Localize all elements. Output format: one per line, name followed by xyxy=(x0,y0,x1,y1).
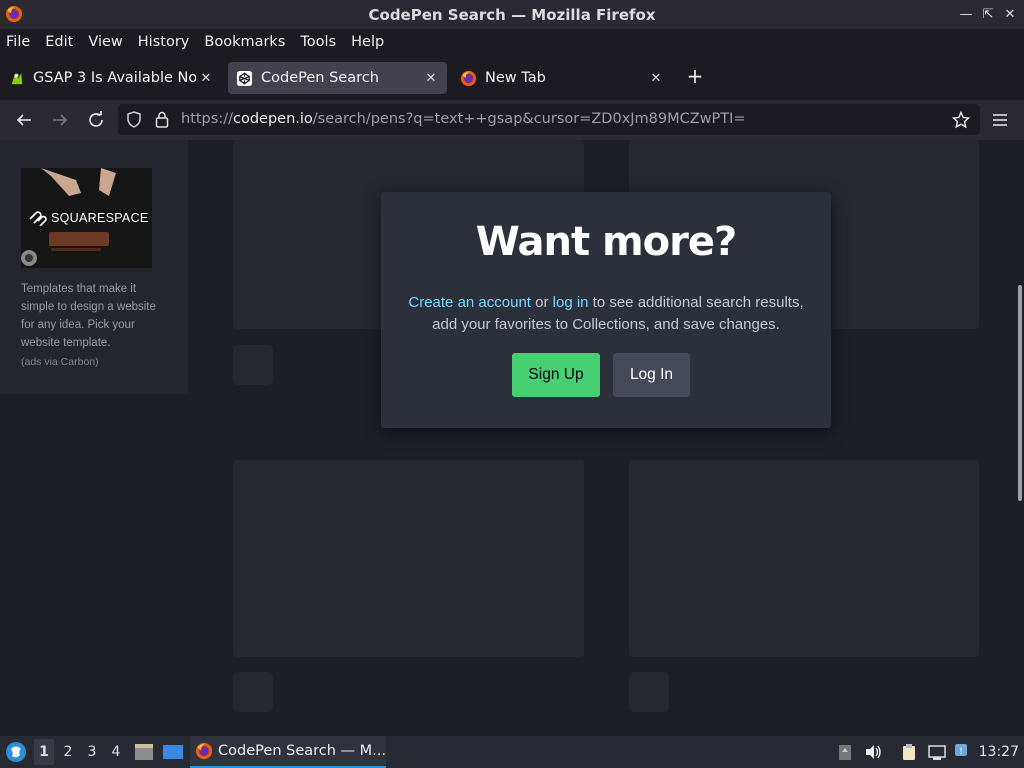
squarespace-logo-icon xyxy=(29,211,47,226)
pen-card-placeholder xyxy=(629,460,979,657)
login-button[interactable]: Log In xyxy=(613,353,690,397)
tab-codepen-search[interactable]: CodePen Search ✕ xyxy=(228,62,447,94)
notification-icon[interactable]: ! xyxy=(954,743,972,761)
reload-button[interactable] xyxy=(84,108,108,132)
ad-description[interactable]: Templates that make it simple to design … xyxy=(21,280,171,352)
new-tab-button[interactable]: + xyxy=(684,65,706,87)
restore-icon[interactable]: ⇱ xyxy=(982,6,994,22)
tracking-shield-icon[interactable] xyxy=(126,111,142,128)
ad-attribution[interactable]: (ads via Carbon) xyxy=(21,356,99,368)
back-arrow-icon xyxy=(16,114,31,126)
close-tab-icon[interactable]: ✕ xyxy=(421,71,441,86)
modal-title: Want more? xyxy=(475,219,737,265)
workspace-2[interactable]: 2 xyxy=(58,744,78,760)
gsap-favicon-icon xyxy=(8,69,25,87)
menu-help[interactable]: Help xyxy=(351,34,384,50)
taskbar: 1 2 3 4 CodePen Search — M... ! 13:27 xyxy=(0,736,1024,768)
page-scrollbar[interactable] xyxy=(1016,140,1024,736)
menu-view[interactable]: View xyxy=(88,34,122,50)
modal-message: Create an account or log in to see addit… xyxy=(408,294,804,333)
forward-button[interactable] xyxy=(48,108,72,132)
window-titlebar: CodePen Search — Mozilla Firefox — ⇱ ✕ xyxy=(0,0,1024,29)
squarespace-logo: SQUARESPACE xyxy=(27,210,149,226)
close-window-icon[interactable]: ✕ xyxy=(1004,6,1016,22)
workspace-1[interactable]: 1 xyxy=(34,739,54,765)
bookmark-star-icon[interactable] xyxy=(952,111,970,129)
network-icon[interactable] xyxy=(928,743,946,761)
start-menu-icon[interactable] xyxy=(5,741,27,763)
firefox-favicon-icon xyxy=(460,70,477,86)
login-link[interactable]: log in xyxy=(553,294,589,311)
ad-image[interactable]: SQUARESPACE xyxy=(21,168,152,268)
back-button[interactable] xyxy=(12,108,36,132)
menu-edit[interactable]: Edit xyxy=(45,34,73,50)
pen-card-placeholder xyxy=(233,460,584,657)
close-tab-icon[interactable]: ✕ xyxy=(196,71,216,86)
minimize-icon[interactable]: — xyxy=(960,6,973,22)
file-manager-icon[interactable] xyxy=(134,742,154,762)
taskbar-firefox-window[interactable]: CodePen Search — M... xyxy=(190,736,386,768)
scrollbar-thumb[interactable] xyxy=(1018,285,1022,501)
create-account-link[interactable]: Create an account xyxy=(408,294,531,311)
tab-label: GSAP 3 Is Available Now! " xyxy=(33,70,196,86)
clipboard-manager-icon[interactable] xyxy=(900,743,918,761)
show-desktop-icon[interactable] xyxy=(162,742,184,762)
want-more-modal: Want more? Create an account or log in t… xyxy=(381,192,831,428)
lock-icon[interactable] xyxy=(155,111,169,128)
tab-label: CodePen Search xyxy=(261,70,379,86)
pen-avatar-placeholder xyxy=(629,672,669,712)
page-content: SQUARESPACE Templates that make it simpl… xyxy=(0,140,1024,736)
codepen-favicon-icon xyxy=(236,70,253,86)
menu-history[interactable]: History xyxy=(138,34,190,50)
tab-gsap[interactable]: GSAP 3 Is Available Now! " ✕ xyxy=(0,62,222,94)
workspace-4[interactable]: 4 xyxy=(106,744,126,760)
svg-text:!: ! xyxy=(959,747,963,757)
navigation-bar: https://codepen.io/search/pens?q=text++g… xyxy=(0,100,1024,140)
address-bar[interactable]: https://codepen.io/search/pens?q=text++g… xyxy=(118,104,980,135)
tab-strip: GSAP 3 Is Available Now! " ✕ CodePen Sea… xyxy=(0,54,1024,100)
tab-label: New Tab xyxy=(485,70,546,86)
close-tab-icon[interactable]: ✕ xyxy=(646,71,666,86)
pen-avatar-placeholder xyxy=(233,345,273,385)
workspace-3[interactable]: 3 xyxy=(82,744,102,760)
clock[interactable]: 13:27 xyxy=(979,744,1019,760)
carbon-ad[interactable]: SQUARESPACE Templates that make it simpl… xyxy=(0,140,188,394)
hamburger-menu-icon xyxy=(993,114,1007,126)
menu-bookmarks[interactable]: Bookmarks xyxy=(204,34,285,50)
menu-tools[interactable]: Tools xyxy=(300,34,336,50)
window-title: CodePen Search — Mozilla Firefox xyxy=(368,6,656,24)
volume-icon[interactable] xyxy=(864,743,882,761)
menu-file[interactable]: File xyxy=(6,34,30,50)
tab-new-tab[interactable]: New Tab ✕ xyxy=(452,62,672,94)
url-text[interactable]: https://codepen.io/search/pens?q=text++g… xyxy=(181,111,746,127)
firefox-taskbar-icon xyxy=(195,742,213,760)
app-menu-button[interactable] xyxy=(988,108,1012,132)
menu-bar: File Edit View History Bookmarks Tools H… xyxy=(0,29,1024,54)
reload-icon xyxy=(89,111,103,127)
clipboard-tray-icon[interactable] xyxy=(836,743,854,761)
pen-avatar-placeholder xyxy=(233,672,273,712)
signup-button[interactable]: Sign Up xyxy=(512,353,600,397)
forward-arrow-icon xyxy=(53,114,68,126)
